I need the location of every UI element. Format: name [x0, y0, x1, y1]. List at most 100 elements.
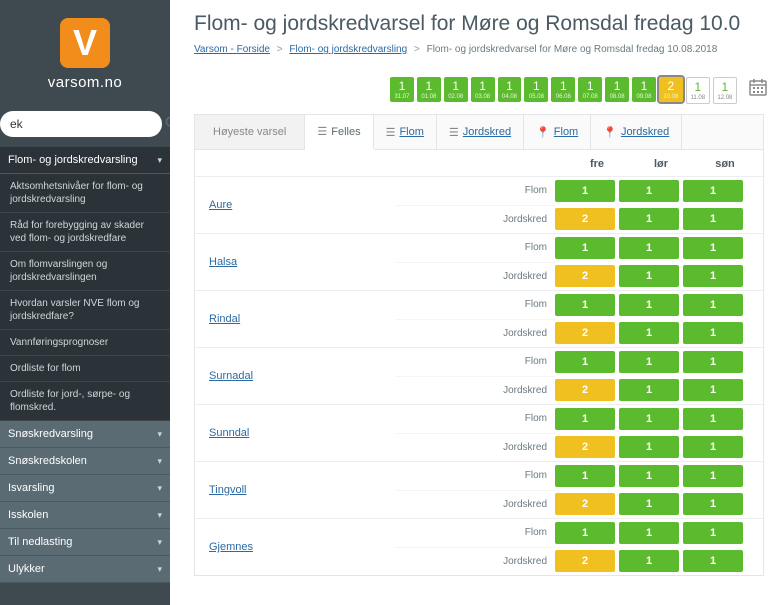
- municipality-link[interactable]: Gjemnes: [209, 541, 253, 553]
- warning-cell[interactable]: 1: [619, 322, 679, 344]
- warning-cell[interactable]: 1: [555, 180, 615, 202]
- municipality-link[interactable]: Halsa: [209, 256, 237, 268]
- nav-head-label: Snøskredvarsling: [8, 428, 93, 440]
- date-box[interactable]: 103.08: [471, 77, 495, 102]
- warning-cell[interactable]: 1: [619, 265, 679, 287]
- warning-cell[interactable]: 1: [619, 237, 679, 259]
- warning-cell[interactable]: 1: [619, 294, 679, 316]
- date-box[interactable]: 112.08: [713, 77, 737, 104]
- date-box[interactable]: 107.08: [578, 77, 602, 102]
- nav-head[interactable]: Ulykker▾: [0, 556, 170, 583]
- search-input[interactable]: [10, 117, 165, 131]
- nav-head[interactable]: Snøskredvarsling▾: [0, 421, 170, 448]
- warning-cell[interactable]: 1: [555, 237, 615, 259]
- warning-cell[interactable]: 1: [555, 408, 615, 430]
- date-strip: 131.07101.08102.08103.08104.08105.08106.…: [390, 77, 768, 104]
- sidebar-subitem[interactable]: Ordliste for jord-, sørpe- og flomskred.: [0, 382, 170, 421]
- warning-cell[interactable]: 2: [555, 265, 615, 287]
- date-box[interactable]: 102.08: [444, 77, 468, 102]
- warning-cell[interactable]: 1: [683, 522, 743, 544]
- date-label: 12.08: [714, 94, 736, 102]
- warning-cell[interactable]: 2: [555, 550, 615, 572]
- warning-cell[interactable]: 1: [683, 465, 743, 487]
- date-box[interactable]: 106.08: [551, 77, 575, 102]
- warning-cell[interactable]: 1: [619, 351, 679, 373]
- warning-cell[interactable]: 1: [683, 351, 743, 373]
- logo[interactable]: V varsom.no: [0, 0, 170, 97]
- nav-head[interactable]: Snøskredskolen▾: [0, 448, 170, 475]
- warning-cell[interactable]: 1: [683, 550, 743, 572]
- tab-link[interactable]: Flom: [399, 126, 423, 138]
- warning-cell[interactable]: 1: [619, 550, 679, 572]
- calendar-icon[interactable]: [748, 77, 768, 102]
- warning-cell[interactable]: 2: [555, 322, 615, 344]
- tab-link[interactable]: Jordskred: [463, 126, 511, 138]
- nav-head[interactable]: Isvarsling▾: [0, 475, 170, 502]
- tab-jordskred-list[interactable]: ☰ Jordskred: [437, 115, 524, 149]
- municipality-link[interactable]: Surnadal: [209, 370, 253, 382]
- warning-cell[interactable]: 2: [555, 208, 615, 230]
- date-box[interactable]: 101.08: [417, 77, 441, 102]
- date-box[interactable]: 131.07: [390, 77, 414, 102]
- table-row: SunndalFlomJordskred111211: [195, 404, 763, 461]
- date-label: 02.08: [444, 93, 468, 101]
- warning-cell[interactable]: 1: [555, 351, 615, 373]
- warning-cell[interactable]: 1: [619, 522, 679, 544]
- warning-cell[interactable]: 1: [683, 493, 743, 515]
- warning-cell[interactable]: 1: [683, 208, 743, 230]
- sidebar-subitem[interactable]: Hvordan varsler NVE flom og jordskredfar…: [0, 291, 170, 330]
- nav-head-flom-jordskred[interactable]: Flom- og jordskredvarsling ▾: [0, 147, 170, 174]
- warning-cell[interactable]: 1: [683, 237, 743, 259]
- municipality-link[interactable]: Tingvoll: [209, 484, 247, 496]
- type-label-flom: Flom: [395, 291, 555, 320]
- date-box[interactable]: 210.08: [659, 77, 683, 102]
- date-box[interactable]: 109.08: [632, 77, 656, 102]
- sidebar-subitem[interactable]: Aktsomhetsnivåer for flom- og jordskredv…: [0, 174, 170, 213]
- date-box[interactable]: 105.08: [524, 77, 548, 102]
- breadcrumb-link-section[interactable]: Flom- og jordskredvarsling: [289, 44, 407, 55]
- date-box[interactable]: 108.08: [605, 77, 629, 102]
- date-box[interactable]: 111.08: [686, 77, 710, 104]
- warning-cell[interactable]: 1: [683, 294, 743, 316]
- nav-head-label: Til nedlasting: [8, 536, 72, 548]
- date-level: 1: [605, 79, 629, 93]
- warning-cell[interactable]: 2: [555, 493, 615, 515]
- tab-flom-list[interactable]: ☰ Flom: [374, 115, 437, 149]
- municipality-link[interactable]: Rindal: [209, 313, 240, 325]
- warning-cell[interactable]: 1: [619, 408, 679, 430]
- warning-cell[interactable]: 1: [619, 180, 679, 202]
- tab-felles[interactable]: ☰ Felles: [305, 115, 373, 150]
- warning-cell[interactable]: 1: [555, 294, 615, 316]
- warning-cell[interactable]: 1: [619, 208, 679, 230]
- warning-cell[interactable]: 1: [683, 265, 743, 287]
- warning-cell[interactable]: 1: [619, 379, 679, 401]
- type-label-flom: Flom: [395, 177, 555, 206]
- table-row: RindalFlomJordskred111211: [195, 290, 763, 347]
- warning-cell[interactable]: 1: [555, 522, 615, 544]
- warning-cell[interactable]: 1: [683, 436, 743, 458]
- warning-cell[interactable]: 2: [555, 436, 615, 458]
- nav-head[interactable]: Isskolen▾: [0, 502, 170, 529]
- warning-cell[interactable]: 1: [619, 493, 679, 515]
- warning-cell[interactable]: 1: [683, 408, 743, 430]
- warning-cell[interactable]: 1: [555, 465, 615, 487]
- date-box[interactable]: 104.08: [498, 77, 522, 102]
- warning-cell[interactable]: 1: [683, 379, 743, 401]
- sidebar-subitem[interactable]: Om flomvarslingen og jordskredvarslingen: [0, 252, 170, 291]
- warning-cell[interactable]: 1: [683, 180, 743, 202]
- tab-flom-map[interactable]: 📍 Flom: [524, 115, 591, 149]
- nav-head[interactable]: Til nedlasting▾: [0, 529, 170, 556]
- warning-cell[interactable]: 1: [619, 465, 679, 487]
- warning-cell[interactable]: 1: [619, 436, 679, 458]
- tab-link[interactable]: Jordskred: [621, 126, 669, 138]
- tab-link[interactable]: Flom: [554, 126, 578, 138]
- sidebar-subitem[interactable]: Vannføringsprognoser: [0, 330, 170, 356]
- breadcrumb-link-home[interactable]: Varsom - Forside: [194, 44, 270, 55]
- warning-cell[interactable]: 1: [683, 322, 743, 344]
- warning-cell[interactable]: 2: [555, 379, 615, 401]
- sidebar-subitem[interactable]: Råd for forebygging av skader ved flom- …: [0, 213, 170, 252]
- municipality-link[interactable]: Aure: [209, 199, 232, 211]
- tab-jordskred-map[interactable]: 📍 Jordskred: [591, 115, 682, 149]
- sidebar-subitem[interactable]: Ordliste for flom: [0, 356, 170, 382]
- municipality-link[interactable]: Sunndal: [209, 427, 249, 439]
